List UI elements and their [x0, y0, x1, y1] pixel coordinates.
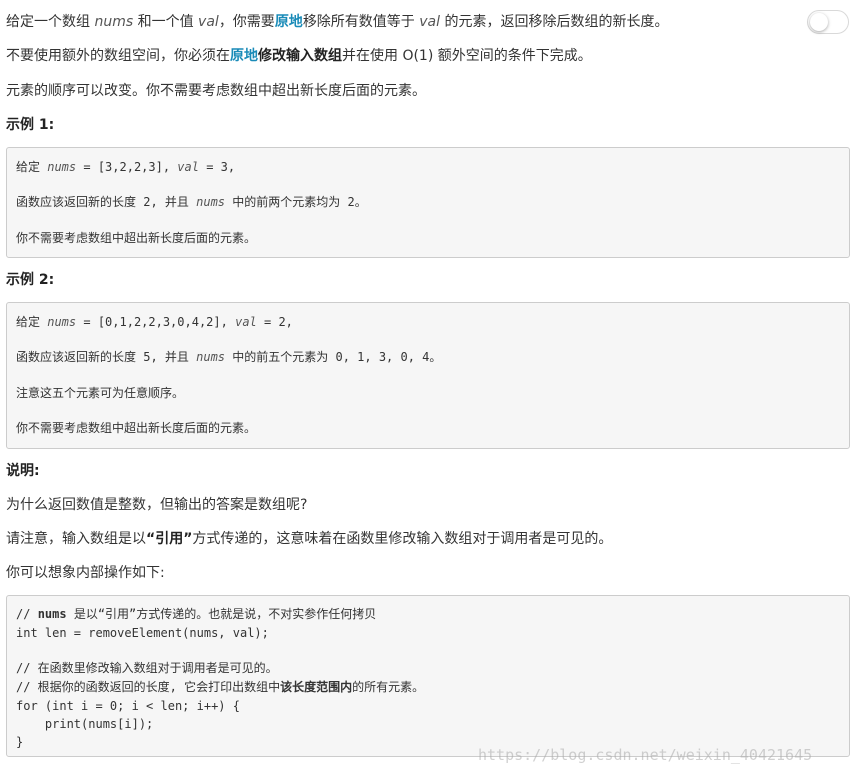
example2-block: 给定 nums = [0,1,2,2,3,0,4,2], val = 2, 函数…	[6, 302, 850, 449]
theme-toggle-switch[interactable]	[807, 10, 849, 34]
example2-line3: 注意这五个元素可为任意顺序。	[16, 386, 185, 400]
example2-heading: 示例 2:	[6, 272, 55, 288]
code-line-7: }	[16, 735, 24, 749]
code-line-6: print(nums[i]);	[16, 717, 154, 731]
example1-line3: 你不需要考虑数组中超出新长度后面的元素。	[16, 231, 257, 245]
example2-line1: 给定 nums = [0,1,2,2,3,0,4,2], val = 2,	[16, 315, 293, 329]
code-line-2: int len = removeElement(nums, val);	[16, 626, 269, 640]
example1-line2: 函数应该返回新的长度 2, 并且 nums 中的前两个元素均为 2。	[16, 195, 367, 209]
code-line-1: // nums 是以“引用”方式传递的。也就是说，不对实参作任何拷贝	[16, 607, 377, 621]
problem-statement: 给定一个数组 nums 和一个值 val，你需要原地移除所有数值等于 val 的…	[6, 14, 669, 30]
explain-reference: 请注意，输入数组是以“引用”方式传递的，这意味着在函数里修改输入数组对于调用者是…	[6, 531, 613, 547]
explain-imagine: 你可以想象内部操作如下:	[6, 565, 165, 581]
example2-line2: 函数应该返回新的长度 5, 并且 nums 中的前五个元素为 0, 1, 3, …	[16, 350, 442, 364]
internal-code-block: // nums 是以“引用”方式传递的。也就是说，不对实参作任何拷贝 int l…	[6, 595, 850, 757]
order-note: 元素的顺序可以改变。你不需要考虑数组中超出新长度后面的元素。	[6, 83, 426, 99]
constraint-paragraph: 不要使用额外的数组空间，你必须在原地修改输入数组并在使用 O(1) 额外空间的条…	[6, 48, 592, 64]
code-line-5: for (int i = 0; i < len; i++) {	[16, 699, 240, 713]
example2-line4: 你不需要考虑数组中超出新长度后面的元素。	[16, 421, 257, 435]
explain-heading: 说明:	[6, 463, 40, 479]
toggle-knob	[810, 13, 828, 31]
inplace-highlight: 原地	[274, 14, 303, 30]
example1-heading: 示例 1:	[6, 117, 55, 133]
code-line-3: // 在函数里修改输入数组对于调用者是可见的。	[16, 661, 278, 675]
example1-line1: 给定 nums = [3,2,2,3], val = 3,	[16, 160, 236, 174]
blog-watermark: https://blog.csdn.net/weixin_40421645	[478, 746, 813, 764]
example1-block: 给定 nums = [3,2,2,3], val = 3, 函数应该返回新的长度…	[6, 147, 850, 258]
code-line-4: // 根据你的函数返回的长度, 它会打印出数组中该长度范围内的所有元素。	[16, 680, 425, 694]
explain-question: 为什么返回数值是整数，但输出的答案是数组呢?	[6, 497, 308, 513]
